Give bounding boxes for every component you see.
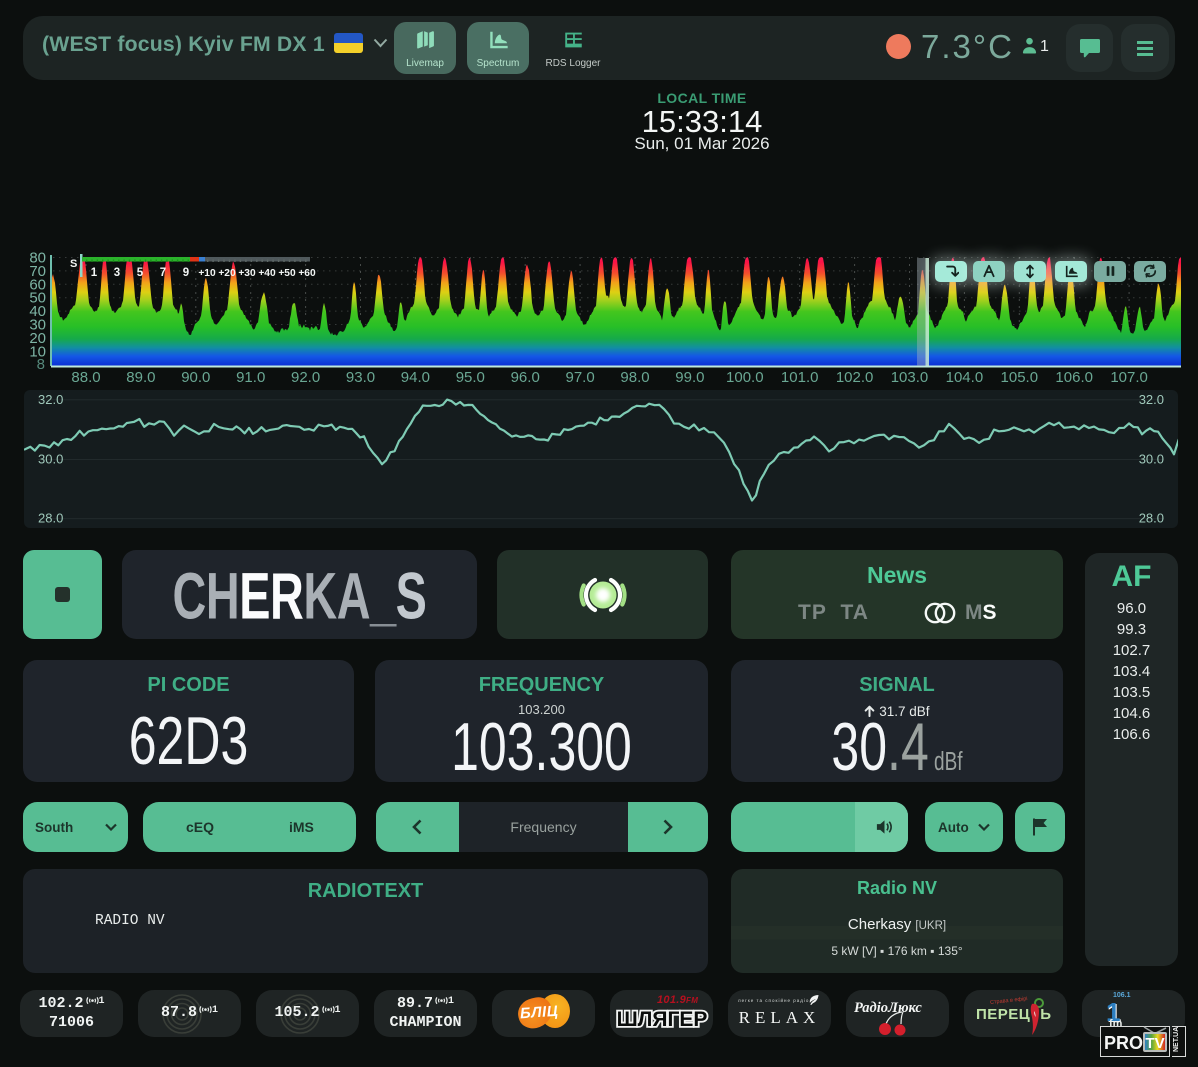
svg-text:95.0: 95.0 xyxy=(456,369,485,386)
svg-text:32.0: 32.0 xyxy=(38,392,63,407)
svg-text:90.0: 90.0 xyxy=(181,369,210,386)
svg-text:8: 8 xyxy=(37,356,45,373)
svg-text:101.0: 101.0 xyxy=(781,369,819,386)
svg-text:97.0: 97.0 xyxy=(565,369,594,386)
svg-text:30.0: 30.0 xyxy=(1139,452,1164,467)
svg-text:ШЛЯГЕР: ШЛЯГЕР xyxy=(617,1008,708,1031)
svg-text:94.0: 94.0 xyxy=(401,369,430,386)
svg-text:+30: +30 xyxy=(238,268,256,279)
svg-text:+40: +40 xyxy=(258,268,276,279)
svg-text:96.0: 96.0 xyxy=(511,369,540,386)
svg-text:9: 9 xyxy=(183,267,189,279)
svg-text:+50: +50 xyxy=(278,268,296,279)
svg-text:89.0: 89.0 xyxy=(126,369,155,386)
svg-text:93.0: 93.0 xyxy=(346,369,375,386)
svg-text:+20: +20 xyxy=(218,268,236,279)
svg-text:30.0: 30.0 xyxy=(38,452,63,467)
svg-text:TV: TV xyxy=(1145,1035,1164,1052)
svg-text:100.0: 100.0 xyxy=(726,369,764,386)
svg-text:88.0: 88.0 xyxy=(71,369,100,386)
svg-text:1: 1 xyxy=(91,267,98,279)
svg-text:102.0: 102.0 xyxy=(836,369,874,386)
svg-text:28.0: 28.0 xyxy=(1139,511,1164,526)
svg-text:103.0: 103.0 xyxy=(891,369,929,386)
svg-text:107.0: 107.0 xyxy=(1110,369,1148,386)
svg-text:5: 5 xyxy=(137,267,144,279)
svg-text:+60: +60 xyxy=(298,268,316,279)
svg-text:3: 3 xyxy=(114,267,120,279)
svg-text:92.0: 92.0 xyxy=(291,369,320,386)
svg-text:S: S xyxy=(70,258,77,270)
svg-text:32.0: 32.0 xyxy=(1139,392,1164,407)
svg-text:28.0: 28.0 xyxy=(38,511,63,526)
svg-text:99.0: 99.0 xyxy=(675,369,704,386)
svg-text:91.0: 91.0 xyxy=(236,369,265,386)
svg-text:104.0: 104.0 xyxy=(946,369,984,386)
svg-text:106.0: 106.0 xyxy=(1055,369,1093,386)
svg-text:105.0: 105.0 xyxy=(1001,369,1039,386)
svg-text:7: 7 xyxy=(160,267,166,279)
svg-text:+10: +10 xyxy=(198,268,216,279)
svg-text:98.0: 98.0 xyxy=(620,369,649,386)
